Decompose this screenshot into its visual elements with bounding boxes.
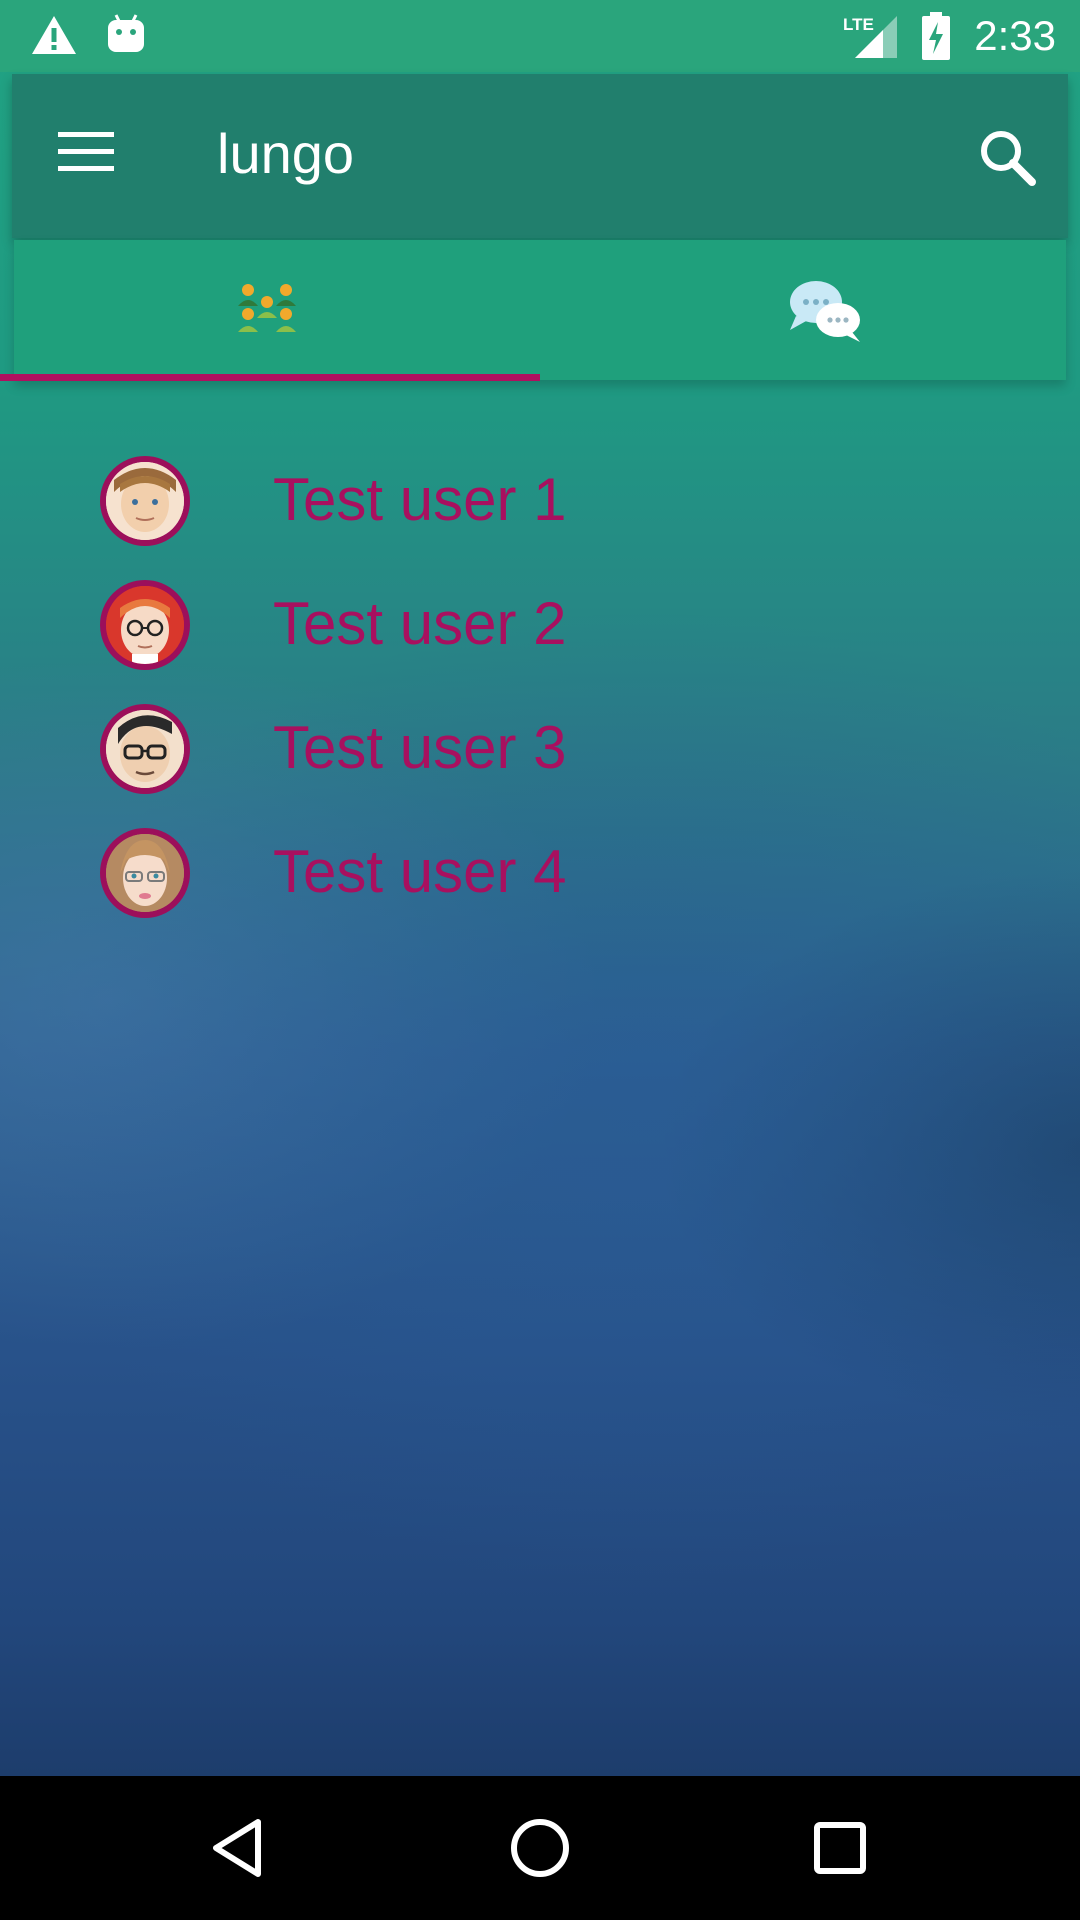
battery-charging-icon	[921, 12, 951, 65]
lte-label: LTE	[843, 15, 874, 34]
list-item[interactable]: Test user 4	[0, 812, 1080, 936]
user-name: Test user 4	[273, 838, 567, 905]
user-list: Test user 1 Test user 2 Test user 3 Test…	[0, 440, 1080, 936]
menu-button[interactable]	[54, 124, 124, 184]
status-time: 2:33	[974, 12, 1056, 59]
user-name: Test user 1	[273, 466, 567, 533]
list-item[interactable]: Test user 3	[0, 688, 1080, 812]
nav-bar	[0, 1776, 1080, 1920]
android-icon	[106, 12, 146, 59]
search-button[interactable]	[968, 118, 1048, 198]
recents-button[interactable]	[798, 1806, 882, 1890]
warning-icon	[30, 14, 78, 61]
user-name: Test user 2	[273, 590, 567, 657]
user-name: Test user 3	[273, 714, 567, 781]
app-bar: lungo	[12, 74, 1068, 238]
list-item[interactable]: Test user 2	[0, 564, 1080, 688]
avatar	[100, 580, 190, 670]
screen: LTE 2:33 lungo Test user 1 Test user 2 T…	[0, 0, 1080, 1920]
status-bar: LTE 2:33	[0, 0, 1080, 72]
back-button[interactable]	[200, 1806, 284, 1890]
lte-signal-icon: LTE	[843, 14, 899, 63]
back-icon	[200, 1819, 284, 1894]
tab-contacts[interactable]	[14, 240, 540, 380]
avatar	[100, 456, 190, 546]
avatar	[100, 704, 190, 794]
list-item[interactable]: Test user 1	[0, 440, 1080, 564]
home-button[interactable]	[498, 1806, 582, 1890]
recents-icon	[798, 1822, 882, 1894]
tab-bar	[14, 240, 1066, 380]
app-title: lungo	[217, 122, 355, 185]
home-icon	[498, 1819, 582, 1894]
tab-indicator	[0, 374, 540, 381]
avatar	[100, 828, 190, 918]
tab-chats[interactable]	[540, 240, 1066, 380]
